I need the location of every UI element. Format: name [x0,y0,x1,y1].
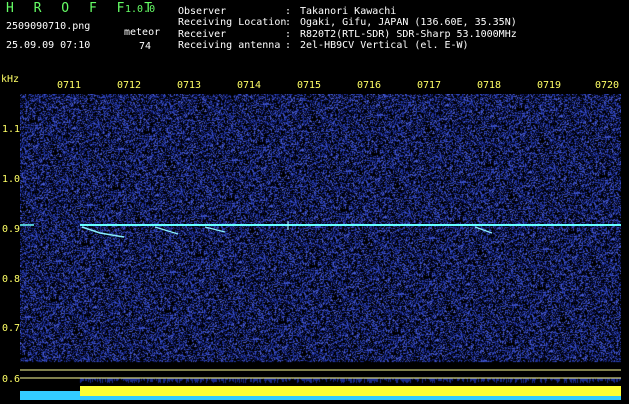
receiver-colon: : [285,29,292,40]
observer-colon: : [285,6,292,17]
x-tick-0718: 0718 [477,80,502,91]
y-tick-1.0: 1.0 [2,174,21,185]
spectrogram-overlay [20,221,621,400]
observer-value: Takanori Kawachi [300,6,397,17]
location-key: Receiving Location [178,17,287,28]
datetime: 25.09.09 07:10 [6,40,91,51]
receiver-key: Receiver [178,29,227,40]
x-tick-0713: 0713 [177,80,202,91]
y-axis-unit: kHz [1,74,20,85]
meteor-streak [154,226,179,235]
y-tick-0.9: 0.9 [2,224,21,235]
meteor-streak [474,226,493,234]
x-tick-0714: 0714 [237,80,262,91]
meteor-count: 74 [139,41,152,52]
receiver-value: R820T2(RTL-SDR) SDR-Sharp 53.1000MHz [300,29,517,40]
meteor-streak [204,226,226,233]
antenna-value: 2el-HB9CV Vertical (el. E-W) [300,40,469,51]
app-version: 1.0.0 [125,4,156,15]
level-base-left [20,391,80,400]
x-tick-0715: 0715 [297,80,322,91]
y-tick-0.6: 0.6 [2,374,21,385]
meteor-streak [81,226,125,238]
meteor-label: meteor [124,27,161,38]
x-tick-0716: 0716 [357,80,382,91]
y-tick-1.1: 1.1 [2,124,21,135]
x-tick-0712: 0712 [117,80,142,91]
x-tick-0720: 0720 [595,80,620,91]
x-tick-0711: 0711 [57,80,82,91]
x-tick-0717: 0717 [417,80,442,91]
y-tick-0.7: 0.7 [2,323,21,334]
antenna-colon: : [285,40,292,51]
y-tick-0.8: 0.8 [2,274,21,285]
file-name: 2509090710.png [6,21,91,32]
location-colon: : [285,17,292,28]
level-base-right [80,396,621,400]
antenna-key: Receiving antenna [178,40,281,51]
spectrogram [20,94,621,400]
location-value: Ogaki, Gifu, JAPAN (136.60E, 35.35N) [300,17,517,28]
x-tick-0719: 0719 [537,80,562,91]
observer-key: Observer [178,6,227,17]
